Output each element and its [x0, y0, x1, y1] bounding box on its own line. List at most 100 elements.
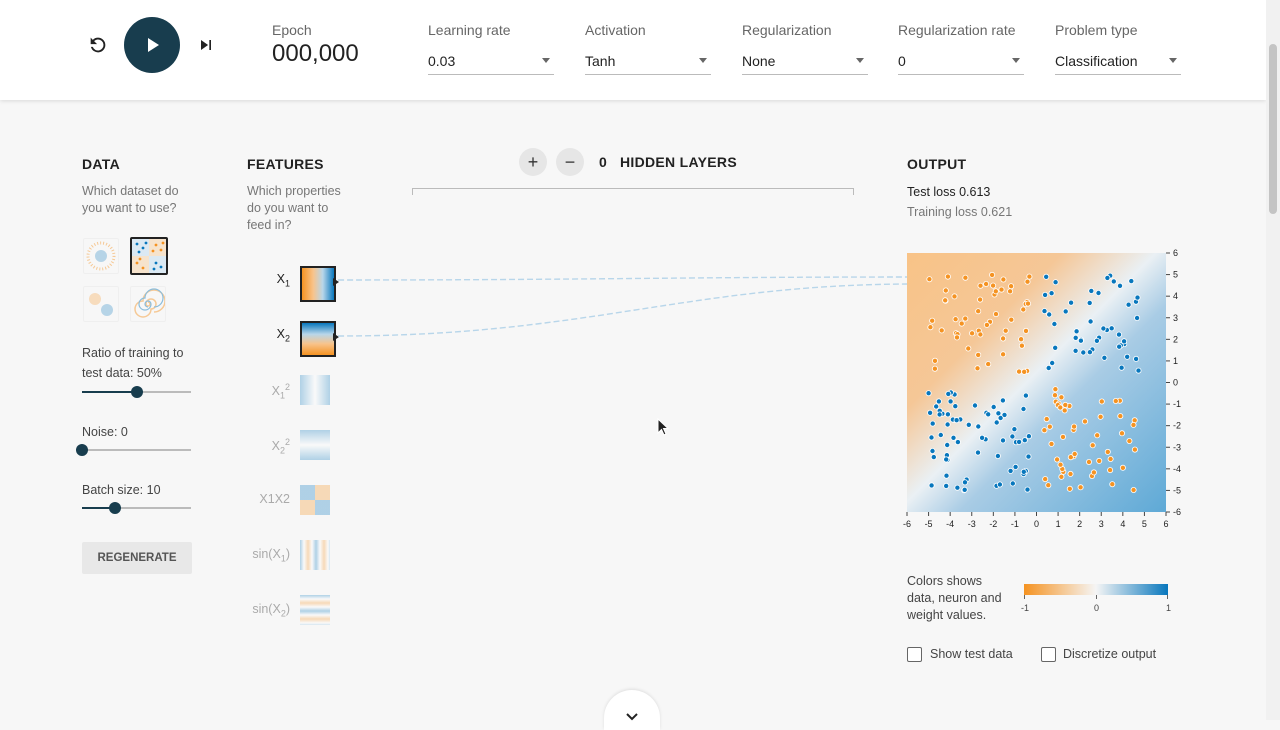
scroll-down-button[interactable] [604, 690, 660, 730]
data-heading: DATA [82, 156, 121, 172]
feature-x2-label: X2 [276, 327, 290, 344]
data-subtitle-line: you want to use? [82, 201, 177, 215]
activation-value: Tanh [585, 53, 616, 69]
dataset-xor-thumbnail[interactable] [130, 237, 168, 275]
x-tick-label: -6 [903, 519, 911, 529]
y-tick-label: -4 [1173, 464, 1181, 474]
color-legend-text: Colors shows data, neuron and weight val… [907, 573, 1002, 624]
feature-x1-label: X1 [276, 272, 290, 289]
legend-max: 1 [1166, 603, 1172, 613]
output-axes: -6 -5 -4 -3 -2 -1 0 1 2 3 4 5 6 6 5 4 3 2 1 0 -1 -2 -3 -4 -5 -6 [903, 248, 1181, 529]
noise-slider[interactable] [76, 443, 191, 457]
feature-x1-node[interactable] [300, 266, 336, 302]
x-tick-label: 2 [1077, 519, 1082, 529]
legend-mid: 0 [1094, 603, 1100, 613]
regularization-dropdown[interactable]: None [742, 52, 868, 75]
network-links [337, 276, 909, 337]
y-tick-label: 0 [1173, 378, 1178, 388]
show-test-data-label: Show test data [930, 647, 1013, 661]
features-heading: FEATURES [247, 156, 324, 172]
learning-rate-dropdown[interactable]: 0.03 [428, 52, 554, 75]
x-tick-label: 4 [1120, 519, 1125, 529]
add-layer-button[interactable]: + [519, 148, 547, 176]
feature-sin-x1-node[interactable] [300, 540, 330, 570]
x-tick-label: 0 [1034, 519, 1039, 529]
legend-text-line: weight values. [907, 608, 987, 622]
training-loss: Training loss 0.621 [907, 205, 1013, 219]
y-tick-label: 4 [1173, 291, 1178, 301]
data-subtitle: Which dataset do you want to use? [82, 183, 179, 217]
regularization-label: Regularization [742, 22, 832, 38]
ratio-label-line: Ratio of training to [82, 346, 184, 360]
batch-size-slider[interactable] [82, 501, 191, 515]
slider-thumb[interactable] [130, 386, 143, 398]
output-heading: OUTPUT [907, 156, 967, 172]
y-tick-label: -1 [1173, 399, 1181, 409]
scrollbar-thumb[interactable] [1269, 44, 1277, 214]
y-tick-label: 5 [1173, 270, 1178, 280]
x-tick-label: -4 [946, 519, 954, 529]
features-subtitle: Which properties do you want to feed in? [247, 183, 341, 234]
play-icon [148, 38, 159, 52]
regularization-value: None [742, 53, 776, 69]
features-subtitle-line: Which properties [247, 184, 341, 198]
chevron-down-icon [1012, 58, 1020, 63]
chevron-down-icon [626, 713, 638, 721]
regenerate-button[interactable]: REGENERATE [82, 542, 192, 574]
feature-x2-node[interactable] [300, 321, 336, 357]
noise-label: Noise: 0 [82, 425, 128, 439]
y-tick-label: 3 [1173, 313, 1178, 323]
hidden-layers-heading: HIDDEN LAYERS [620, 154, 737, 170]
learning-rate-value: 0.03 [428, 53, 456, 69]
page-scrollbar[interactable] [1266, 0, 1280, 720]
link-x2-output[interactable] [337, 283, 909, 337]
test-loss: Test loss 0.613 [907, 185, 991, 199]
legend-min: -1 [1021, 603, 1030, 613]
regularization-rate-label: Regularization rate [898, 22, 1016, 38]
layers-bracket [412, 188, 854, 195]
reset-icon[interactable] [86, 33, 110, 57]
slider-thumb[interactable] [76, 444, 88, 456]
discretize-output-label: Discretize output [1063, 647, 1157, 661]
problem-type-dropdown[interactable]: Classification [1055, 52, 1181, 75]
epoch-label: Epoch [272, 22, 312, 38]
problem-type-label: Problem type [1055, 22, 1138, 38]
top-controls-bar: Epoch 000,000 Learning rate 0.03 Activat… [0, 0, 1266, 100]
show-test-data-checkbox[interactable] [907, 647, 922, 662]
legend-text-line: data, neuron and [907, 591, 1002, 605]
chevron-down-icon [856, 58, 864, 63]
discretize-output-checkbox[interactable] [1041, 647, 1056, 662]
features-subtitle-line: do you want to [247, 201, 329, 215]
feature-x1-squared-label: X12 [271, 382, 290, 401]
y-tick-label: -2 [1173, 421, 1181, 431]
feature-x2-squared-node[interactable] [300, 430, 330, 460]
y-tick-label: 2 [1173, 334, 1178, 344]
remove-layer-button[interactable]: − [556, 148, 584, 176]
feature-x1x2-label: X1X2 [259, 492, 290, 506]
play-button[interactable] [124, 17, 180, 73]
x-tick-label: 5 [1142, 519, 1147, 529]
data-subtitle-line: Which dataset do [82, 184, 179, 198]
y-tick-label: 6 [1173, 248, 1178, 258]
activation-dropdown[interactable]: Tanh [585, 52, 711, 75]
x-tick-label: -3 [968, 519, 976, 529]
dataset-gaussian-thumbnail[interactable] [83, 286, 119, 322]
step-forward-icon[interactable] [194, 33, 218, 57]
x-tick-label: -2 [989, 519, 997, 529]
feature-x1x2-node[interactable] [300, 485, 330, 515]
dataset-spiral-thumbnail[interactable] [130, 286, 166, 322]
link-x1-output[interactable] [337, 276, 909, 281]
feature-x2-squared-label: X22 [271, 437, 290, 456]
slider-thumb[interactable] [108, 502, 121, 514]
chevron-down-icon [542, 58, 550, 63]
ratio-slider[interactable] [82, 385, 191, 399]
feature-x1-squared-node[interactable] [300, 375, 330, 405]
feature-sin-x2-label: sin(X2) [252, 602, 290, 619]
dataset-circle-thumbnail[interactable] [83, 238, 119, 274]
y-tick-label: -5 [1173, 485, 1181, 495]
y-tick-label: -3 [1173, 442, 1181, 452]
feature-sin-x2-node[interactable] [300, 595, 330, 625]
minus-icon: − [564, 151, 576, 172]
activation-label: Activation [585, 22, 646, 38]
regularization-rate-dropdown[interactable]: 0 [898, 52, 1024, 75]
